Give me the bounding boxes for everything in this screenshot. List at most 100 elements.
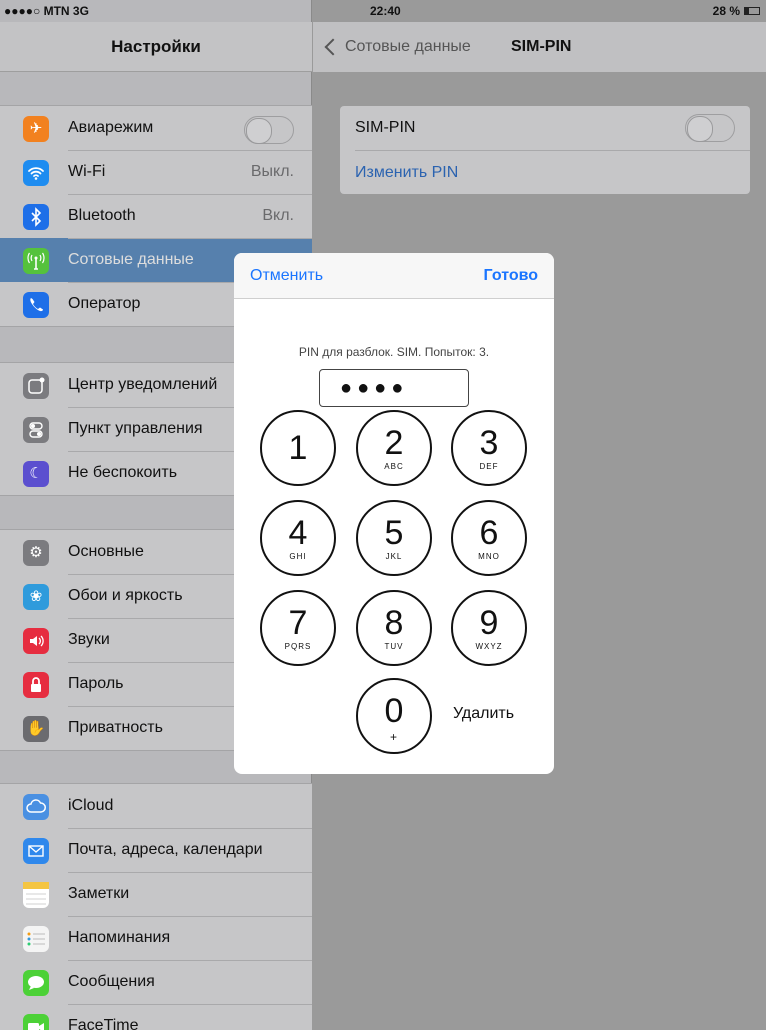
battery-indicator: 28 % (713, 4, 760, 18)
done-button[interactable]: Готово (484, 267, 538, 285)
sidebar-item-icloud[interactable]: iCloud (0, 784, 312, 828)
sidebar-item-mail[interactable]: Почта, адреса, календари (0, 828, 312, 872)
keypad-key-3[interactable]: 3 DEF (451, 410, 527, 486)
sidebar-item-label: iCloud (68, 797, 114, 814)
reminders-icon (23, 926, 49, 952)
status-bar: ●●●●○ MTN 3G 22:40 28 % (0, 0, 766, 22)
pin-entry-dialog: Отменить Готово PIN для разблок. SIM. По… (234, 253, 554, 774)
sidebar-item-wifi[interactable]: Wi-Fi Выкл. (0, 150, 312, 194)
sidebar-item-label: Центр уведомлений (68, 376, 218, 393)
chevron-left-icon (324, 38, 342, 56)
pin-input[interactable]: ●●●● (319, 369, 469, 407)
keypad-key-8[interactable]: 8 TUV (356, 590, 432, 666)
carrier-signal: ●●●●○ MTN 3G (4, 4, 89, 18)
keypad-key-1[interactable]: 1 (260, 410, 336, 486)
key-letters: DEF (479, 462, 499, 471)
control-center-icon (23, 417, 49, 443)
cloud-icon (23, 794, 49, 820)
key-digit: 8 (384, 604, 404, 642)
keypad-key-5[interactable]: 5 JKL (356, 500, 432, 576)
sidebar-item-label: FaceTime (68, 1017, 139, 1030)
speaker-icon (23, 628, 49, 654)
sidebar-item-facetime[interactable]: FaceTime (0, 1004, 312, 1030)
keypad-key-4[interactable]: 4 GHI (260, 500, 336, 576)
key-letters: PQRS (284, 642, 312, 651)
sidebar-item-notes[interactable]: Заметки (0, 872, 312, 916)
notes-icon (23, 882, 49, 908)
sidebar-item-label: Заметки (68, 885, 130, 902)
bluetooth-icon (23, 204, 49, 230)
wifi-icon (23, 160, 49, 186)
key-digit: 4 (288, 514, 308, 552)
change-pin-row[interactable]: Изменить PIN (355, 150, 750, 194)
sidebar-item-label: Пункт управления (68, 420, 203, 437)
key-letters: + (389, 730, 398, 744)
notifications-icon (23, 373, 49, 399)
change-pin-link[interactable]: Изменить PIN (355, 164, 458, 182)
sidebar-item-label: Пароль (68, 675, 124, 692)
keypad-key-9[interactable]: 9 WXYZ (451, 590, 527, 666)
facetime-icon (23, 1014, 49, 1030)
back-label: Сотовые данные (345, 38, 471, 55)
sidebar-item-messages[interactable]: Сообщения (0, 960, 312, 1004)
back-button[interactable]: Сотовые данные (321, 22, 471, 72)
airplane-mode-toggle[interactable] (244, 116, 294, 144)
sidebar-item-label: Обои и яркость (68, 587, 183, 604)
sim-pin-toggle[interactable] (685, 114, 735, 142)
battery-icon (744, 7, 760, 15)
key-digit: 1 (288, 429, 308, 467)
key-letters: ABC (384, 462, 404, 471)
sidebar-title: Настройки (0, 22, 312, 72)
sidebar-item-label: Сообщения (68, 973, 155, 990)
sidebar-item-label: Wi-Fi (68, 163, 106, 180)
sidebar-item-label: Оператор (68, 295, 141, 312)
keypad-key-2[interactable]: 2 ABC (356, 410, 432, 486)
pin-prompt: PIN для разблок. SIM. Попыток: 3. (298, 345, 490, 359)
key-letters: JKL (385, 552, 403, 561)
cancel-button[interactable]: Отменить (250, 267, 323, 285)
key-digit: 5 (384, 514, 404, 552)
sidebar-item-label: Напоминания (68, 929, 171, 946)
hand-icon: ✋ (23, 716, 49, 742)
sim-pin-label: SIM-PIN (355, 119, 416, 136)
bluetooth-status: Вкл. (262, 207, 294, 224)
settings-group-4: iCloud Почта, адреса, календари Заметки … (0, 783, 312, 1030)
keypad-key-7[interactable]: 7 PQRS (260, 590, 336, 666)
lock-icon (23, 672, 49, 698)
sidebar-item-airplane[interactable]: ✈ Авиарежим (0, 106, 312, 150)
sidebar-item-bluetooth[interactable]: Bluetooth Вкл. (0, 194, 312, 238)
key-digit: 2 (384, 424, 404, 462)
phone-icon (23, 292, 49, 318)
sidebar-item-reminders[interactable]: Напоминания (0, 916, 312, 960)
keypad-key-0[interactable]: 0 + (356, 678, 432, 754)
key-digit: 3 (479, 424, 499, 462)
detail-header: Сотовые данные SIM-PIN (313, 22, 766, 72)
battery-percent: 28 % (712, 4, 740, 18)
keypad-key-6[interactable]: 6 MNO (451, 500, 527, 576)
sim-pin-group: SIM-PIN Изменить PIN (340, 106, 750, 194)
gear-icon: ⚙ (23, 540, 49, 566)
key-digit: 6 (479, 514, 499, 552)
sidebar-item-label: Основные (68, 543, 144, 560)
wifi-status: Выкл. (250, 163, 294, 180)
key-digit: 7 (288, 604, 308, 642)
sidebar-item-label: Сотовые данные (68, 251, 194, 268)
cellular-icon (23, 248, 49, 274)
status-time: 22:40 (370, 4, 401, 18)
sidebar-item-label: Не беспокоить (68, 464, 178, 481)
key-letters: TUV (384, 642, 404, 651)
airplane-icon: ✈ (23, 116, 49, 142)
key-letters: WXYZ (475, 642, 503, 651)
messages-icon (23, 970, 49, 996)
sidebar-item-label: Приватность (68, 719, 163, 736)
delete-button[interactable]: Удалить (453, 705, 514, 723)
wallpaper-icon: ❀ (23, 584, 49, 610)
dialog-toolbar: Отменить Готово (234, 253, 554, 299)
sidebar-item-label: Bluetooth (68, 207, 136, 224)
key-letters: GHI (289, 552, 307, 561)
sim-pin-row: SIM-PIN (340, 106, 750, 150)
sidebar-item-label: Почта, адреса, календари (68, 841, 263, 858)
key-digit: 9 (479, 604, 499, 642)
key-digit: 0 (384, 692, 404, 730)
key-letters: MNO (478, 552, 500, 561)
